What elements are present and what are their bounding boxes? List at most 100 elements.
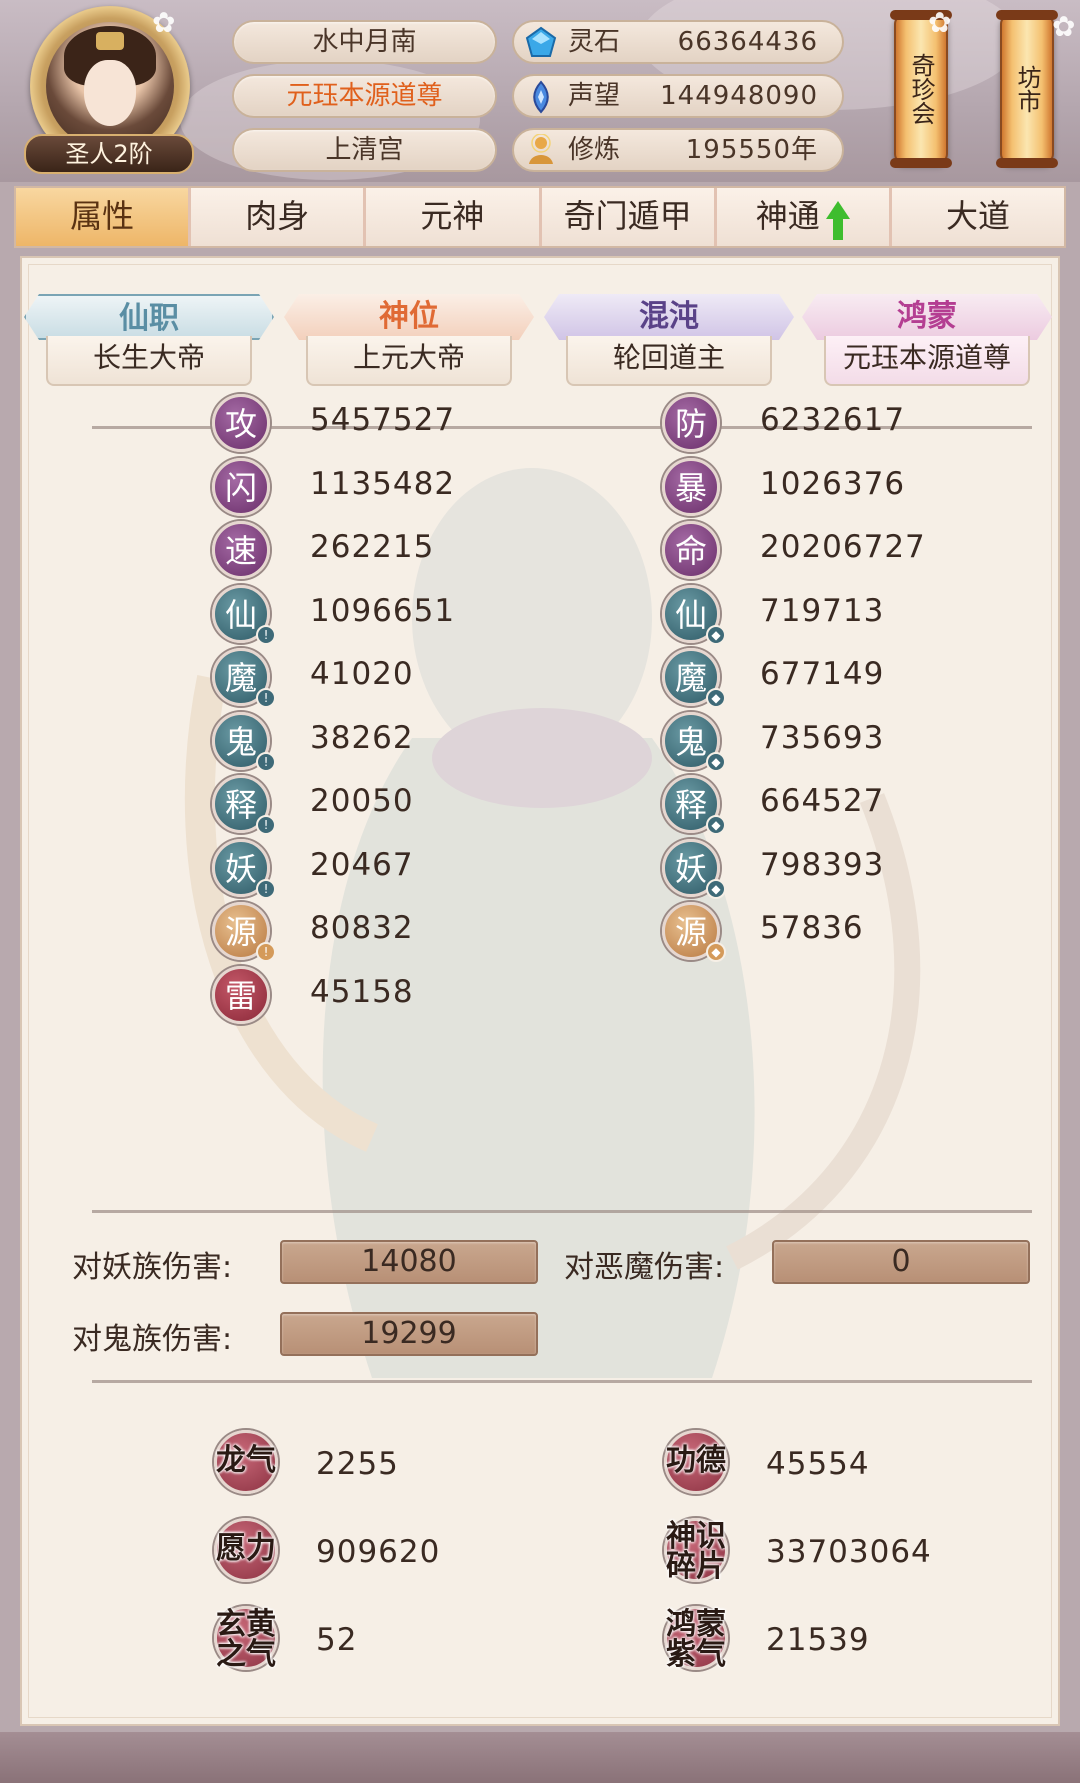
attack-badge-icon: !	[256, 688, 276, 708]
tab-qimen[interactable]: 奇门遁甲	[541, 188, 717, 246]
stat-icon[interactable]: 雷	[212, 965, 270, 1024]
damage-vs-devil-value: 0	[772, 1240, 1030, 1284]
title-value: 上元大帝	[306, 336, 512, 386]
resource-stat-label: 鸿蒙 紫气	[666, 1607, 726, 1672]
tab-label: 奇门遁甲	[563, 197, 692, 235]
stat-value: 262215	[310, 529, 435, 565]
stat-icon[interactable]: 攻	[212, 394, 270, 452]
attack-badge-icon: !	[256, 751, 276, 772]
tab-label: 属性	[70, 197, 135, 235]
title-chaos: 混沌 轮回道主	[544, 294, 794, 386]
stat-icon[interactable]: 防	[662, 394, 720, 452]
upgrade-arrow-icon	[825, 201, 850, 240]
resource-stat-label: 神识 碎片	[666, 1519, 726, 1584]
player-title: 元珏本源道尊	[232, 74, 497, 118]
resource-stat-label: 愿力	[216, 1531, 276, 1566]
title-hongmeng: 鸿蒙 元珏本源道尊	[802, 294, 1052, 386]
resource-stat-label: 龙气	[216, 1443, 276, 1478]
market-button[interactable]: 坊市	[996, 10, 1058, 168]
butterfly-icon: ✿	[928, 6, 952, 39]
stat-value: 41020	[310, 656, 414, 692]
resource-label: 灵石	[568, 27, 621, 57]
stat-value: 38262	[310, 719, 414, 756]
damage-vs-demon-clan-label: 对妖族伤害:	[72, 1250, 233, 1285]
resource-stat-value: 2255	[316, 1446, 399, 1482]
stat-value: 798393	[760, 846, 885, 883]
resource-value: 144948090	[660, 81, 818, 111]
rank-badge: 圣人2阶	[24, 134, 194, 174]
stat-icon[interactable]: 速	[212, 521, 270, 579]
tab-great-dao[interactable]: 大道	[891, 188, 1065, 246]
stat-value: 80832	[310, 910, 414, 946]
resource-label: 修炼	[568, 135, 621, 165]
butterfly-icon: ✿	[1052, 10, 1076, 43]
resource-stat-label: 功德	[666, 1443, 726, 1478]
stat-value: 1026376	[760, 465, 906, 502]
shield-badge-icon: ◆	[706, 878, 726, 899]
stat-value: 1096651	[310, 592, 456, 629]
resource-reputation: 声望 144948090	[512, 74, 844, 118]
butterfly-icon: ✿	[152, 6, 176, 39]
damage-vs-ghost-clan-value: 19299	[280, 1312, 538, 1356]
damage-vs-ghost-clan-label: 对鬼族伤害:	[72, 1322, 233, 1357]
attack-badge-icon: !	[256, 815, 276, 835]
shield-badge-icon: ◆	[706, 751, 726, 772]
tab-body[interactable]: 肉身	[191, 188, 367, 246]
avatar-portrait	[46, 22, 174, 150]
attack-badge-icon: !	[256, 942, 276, 962]
tab-label: 神通	[755, 197, 820, 235]
title-god-rank: 神位 上元大帝	[284, 294, 534, 386]
reputation-icon	[533, 80, 549, 114]
tab-label: 肉身	[245, 197, 310, 235]
player-name: 水中月南	[232, 20, 497, 64]
damage-vs-devil-label: 对恶魔伤害:	[564, 1250, 725, 1285]
shield-badge-icon: ◆	[706, 815, 726, 835]
stat-value: 5457527	[310, 402, 456, 438]
damage-vs-demon-clan-value: 14080	[280, 1240, 538, 1284]
tab-label: 元神	[420, 197, 485, 235]
title-value: 长生大帝	[46, 336, 252, 386]
stat-value: 6232617	[760, 402, 906, 438]
attack-badge-icon: !	[256, 624, 276, 645]
stat-icon[interactable]: 闪	[212, 457, 270, 516]
bottom-bar	[0, 1732, 1080, 1783]
attribute-panel: 仙职 长生大帝 神位 上元大帝 混沌 轮回道主 鸿蒙 元珏本源道尊 攻 54575…	[20, 256, 1060, 1726]
main-tab-bar: 属性 肉身 元神 奇门遁甲 神通 大道	[14, 186, 1066, 248]
tab-attributes[interactable]: 属性	[16, 188, 192, 246]
resource-stat-value: 909620	[316, 1534, 441, 1570]
tab-label: 大道	[945, 197, 1010, 235]
stat-icon[interactable]: 命	[662, 521, 720, 579]
player-avatar[interactable]: ✿ 圣人2阶	[24, 6, 194, 176]
tab-spirit[interactable]: 元神	[366, 188, 542, 246]
tab-divine-power[interactable]: 神通	[716, 188, 892, 246]
resource-stat-value: 45554	[766, 1446, 870, 1482]
title-value: 轮回道主	[566, 336, 772, 386]
section-divider	[92, 1380, 1032, 1383]
resource-value: 66364436	[677, 27, 818, 57]
stat-value: 719713	[760, 592, 885, 629]
shield-badge-icon: ◆	[706, 942, 726, 962]
section-divider	[92, 1210, 1032, 1213]
top-header: ✿ 圣人2阶 水中月南 元珏本源道尊 上清宫 灵石 66364436 声望 14…	[0, 0, 1080, 182]
title-head: 鸿蒙	[802, 294, 1052, 340]
resource-stat-value: 33703064	[766, 1534, 932, 1570]
title-head: 混沌	[544, 294, 794, 340]
stat-value: 677149	[760, 656, 885, 692]
stat-value: 664527	[760, 783, 885, 819]
resource-spirit-stone: 灵石 66364436	[512, 20, 844, 64]
cultivation-icon	[529, 134, 553, 164]
shield-badge-icon: ◆	[706, 624, 726, 645]
stat-value: 20206727	[760, 529, 926, 565]
title-value: 元珏本源道尊	[824, 336, 1030, 386]
shield-badge-icon: ◆	[706, 688, 726, 708]
title-head: 神位	[284, 294, 534, 340]
spirit-stone-icon	[525, 26, 557, 57]
stat-icon[interactable]: 暴	[662, 457, 720, 516]
resource-cultivation: 修炼 195550年	[512, 128, 844, 172]
stat-value: 45158	[310, 973, 414, 1010]
resource-stat-value: 21539	[766, 1622, 870, 1658]
title-immortal-post: 仙职 长生大帝	[24, 294, 274, 386]
resource-value: 195550年	[685, 135, 818, 165]
resource-label: 声望	[568, 81, 621, 111]
stat-value: 57836	[760, 910, 864, 946]
